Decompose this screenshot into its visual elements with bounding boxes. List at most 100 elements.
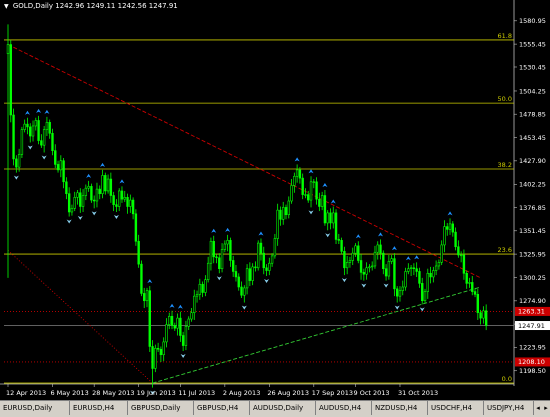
- candle-body: [415, 268, 418, 272]
- trendline-fib-base[interactable]: [7, 250, 153, 384]
- candle-body: [365, 267, 368, 275]
- candle: [201, 281, 204, 298]
- candle-body: [134, 213, 138, 242]
- fractal-down-arrow: [361, 283, 367, 288]
- candle-body: [432, 270, 435, 278]
- candle-body: [237, 276, 240, 288]
- candle: [329, 208, 332, 230]
- candle: [434, 260, 438, 276]
- fib-level-label: 50.0: [498, 95, 512, 103]
- y-tick-label: 1478.85: [519, 111, 546, 119]
- candle-body: [20, 129, 24, 155]
- candle-body: [434, 265, 438, 271]
- x-tick-label: 26 Aug 2013: [267, 389, 309, 397]
- candle: [256, 240, 260, 271]
- chart-tab-bar: EURUSD,Daily EURUSD,H4 GBPUSD,Daily GBPU…: [0, 400, 550, 417]
- fractal-down-arrow: [180, 354, 186, 359]
- price-tag-label: 1263.31: [518, 308, 545, 316]
- tab-eurusd-daily[interactable]: EURUSD,Daily: [0, 401, 70, 415]
- candle-body: [298, 169, 302, 179]
- candle: [34, 117, 38, 131]
- candle: [307, 190, 310, 203]
- tab-scroll-left-icon[interactable]: ◂: [534, 401, 542, 415]
- candle-body: [376, 244, 379, 253]
- candle: [395, 286, 399, 303]
- fractal-down-arrow: [41, 155, 47, 160]
- chart-window[interactable]: 61.8 50.0 38.2 23.6 0.0 1580.95 1555.45 1530.45…: [0, 0, 550, 400]
- candle: [343, 246, 346, 276]
- candle-body: [6, 44, 10, 54]
- candle-body: [206, 262, 210, 280]
- candle: [454, 227, 457, 251]
- candle: [265, 264, 268, 277]
- symbol-timeframe: GOLD,Daily: [12, 2, 54, 10]
- tab-gbpusd-daily[interactable]: GBPUSD,Daily: [128, 401, 194, 415]
- candle-body: [276, 209, 279, 239]
- fib-level-label: 0.0: [502, 375, 512, 383]
- candle-body: [354, 245, 357, 254]
- candle: [345, 255, 349, 275]
- candle-body: [212, 240, 215, 258]
- tab-usdjpy-h4[interactable]: USDJPY,H4: [484, 401, 534, 415]
- y-tick-label: 1351.45: [519, 227, 546, 235]
- candle: [26, 117, 29, 135]
- candle-body: [90, 186, 93, 201]
- candle-body: [229, 240, 232, 261]
- candle-body: [112, 195, 115, 205]
- candle-body: [421, 283, 424, 302]
- candle: [384, 264, 388, 281]
- price-chart[interactable]: 61.8 50.0 38.2 23.6 0.0 1580.95 1555.45 1530.45…: [0, 0, 550, 400]
- candle-body: [81, 195, 85, 207]
- candle: [437, 259, 441, 270]
- tab-nzdusd-h4[interactable]: NZDUSD,H4: [372, 401, 428, 415]
- candle-body: [370, 265, 374, 268]
- candle: [148, 286, 151, 352]
- candle-body: [162, 341, 165, 356]
- trendline-support[interactable]: [152, 286, 481, 384]
- candle: [101, 169, 104, 199]
- candle: [79, 188, 82, 213]
- candle: [479, 309, 482, 325]
- candle: [279, 206, 282, 226]
- candle: [37, 115, 40, 145]
- candle: [304, 188, 307, 199]
- fractal-down-arrow: [394, 305, 400, 310]
- chart-menu-icon[interactable]: ▼: [4, 3, 9, 10]
- candle: [198, 278, 202, 300]
- candle-body: [34, 120, 38, 127]
- fib-level-label: 23.6: [498, 246, 512, 254]
- candle-body: [101, 175, 104, 194]
- candle: [273, 233, 277, 259]
- candle-body: [482, 310, 485, 319]
- fractal-down-arrow: [113, 214, 119, 219]
- candle-body: [215, 256, 218, 259]
- candle: [365, 262, 368, 280]
- candle-body: [129, 199, 132, 207]
- candle-body: [165, 324, 168, 343]
- tab-usdchf-h4[interactable]: USDCHF,H4: [428, 401, 484, 415]
- candle: [359, 254, 363, 280]
- candle-body: [26, 123, 29, 128]
- candle: [173, 322, 176, 331]
- tab-audusd-daily[interactable]: AUDUSD,Daily: [250, 401, 316, 415]
- candle-body: [223, 243, 227, 250]
- candle: [407, 263, 410, 275]
- tab-scroll-right-icon[interactable]: ▸: [542, 401, 550, 415]
- candle: [268, 257, 271, 276]
- candle: [234, 265, 238, 282]
- candle-body: [384, 268, 388, 277]
- trendline-resistance[interactable]: [7, 44, 481, 279]
- candle: [23, 119, 26, 133]
- y-tick-label: 1530.45: [519, 63, 546, 71]
- candle: [415, 262, 418, 277]
- fractal-up-arrow: [308, 169, 314, 174]
- tab-gbpusd-h4[interactable]: GBPUSD,H4: [194, 401, 250, 415]
- x-tick-label: 6 May 2013: [50, 389, 88, 397]
- candle-body: [245, 268, 249, 289]
- tab-audusd-h4[interactable]: AUDUSD,H4: [316, 401, 372, 415]
- tab-eurusd-h4[interactable]: EURUSD,H4: [70, 401, 128, 415]
- candle-body: [37, 120, 40, 141]
- candle: [159, 346, 163, 363]
- fractal-up-arrow: [86, 173, 92, 178]
- candle: [145, 287, 149, 308]
